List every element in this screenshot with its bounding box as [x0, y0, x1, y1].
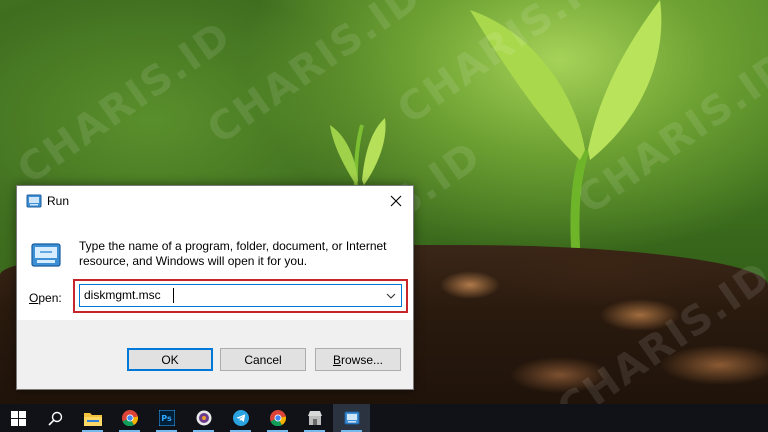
taskbar-photoshop[interactable]: Ps: [148, 404, 185, 432]
taskbar-file-explorer[interactable]: [74, 404, 111, 432]
taskbar-media-player[interactable]: [185, 404, 222, 432]
cancel-button[interactable]: Cancel: [220, 348, 306, 371]
chevron-down-icon: [386, 293, 396, 299]
taskbar-chrome[interactable]: [111, 404, 148, 432]
run-app-icon: [26, 194, 42, 208]
run-app-icon: [344, 411, 359, 425]
store-icon: [307, 411, 322, 425]
taskbar: Ps: [0, 404, 768, 432]
browse-accelerator: B: [332, 352, 341, 367]
taskbar-chrome-2[interactable]: [259, 404, 296, 432]
windows-start-icon: [11, 410, 26, 426]
open-combobox[interactable]: diskmgmt.msc: [79, 284, 402, 307]
browse-button[interactable]: Browse...: [315, 348, 401, 371]
close-icon: [390, 195, 402, 207]
open-label-text: pen:: [38, 291, 62, 305]
taskbar-store[interactable]: [296, 404, 333, 432]
file-explorer-icon: [83, 412, 102, 426]
chrome-icon: [121, 410, 138, 426]
text-caret: [173, 288, 174, 303]
media-player-icon: [196, 410, 211, 426]
start-button[interactable]: [0, 404, 37, 432]
search-button[interactable]: [37, 404, 74, 432]
telegram-icon: [232, 410, 249, 426]
chrome-icon: [269, 410, 286, 426]
open-label: Open:: [29, 291, 62, 305]
browse-label: rowse...: [341, 352, 384, 367]
open-label-accelerator: O: [29, 291, 39, 305]
photoshop-label: Ps: [161, 413, 172, 423]
title-bar[interactable]: Run: [17, 186, 413, 216]
dialog-title: Run: [47, 194, 70, 208]
taskbar-run[interactable]: [333, 404, 370, 432]
taskbar-telegram[interactable]: [222, 404, 259, 432]
search-icon: [48, 411, 63, 426]
run-dialog: Run Type the name of a program, folder, …: [16, 185, 414, 390]
close-button[interactable]: [379, 186, 413, 216]
run-program-icon: [31, 243, 61, 267]
combobox-dropdown-button[interactable]: [381, 285, 401, 306]
dialog-description: Type the name of a program, folder, docu…: [79, 239, 387, 268]
dialog-body: Type the name of a program, folder, docu…: [17, 216, 413, 320]
open-input[interactable]: diskmgmt.msc: [84, 288, 161, 302]
ok-button[interactable]: OK: [127, 348, 213, 371]
